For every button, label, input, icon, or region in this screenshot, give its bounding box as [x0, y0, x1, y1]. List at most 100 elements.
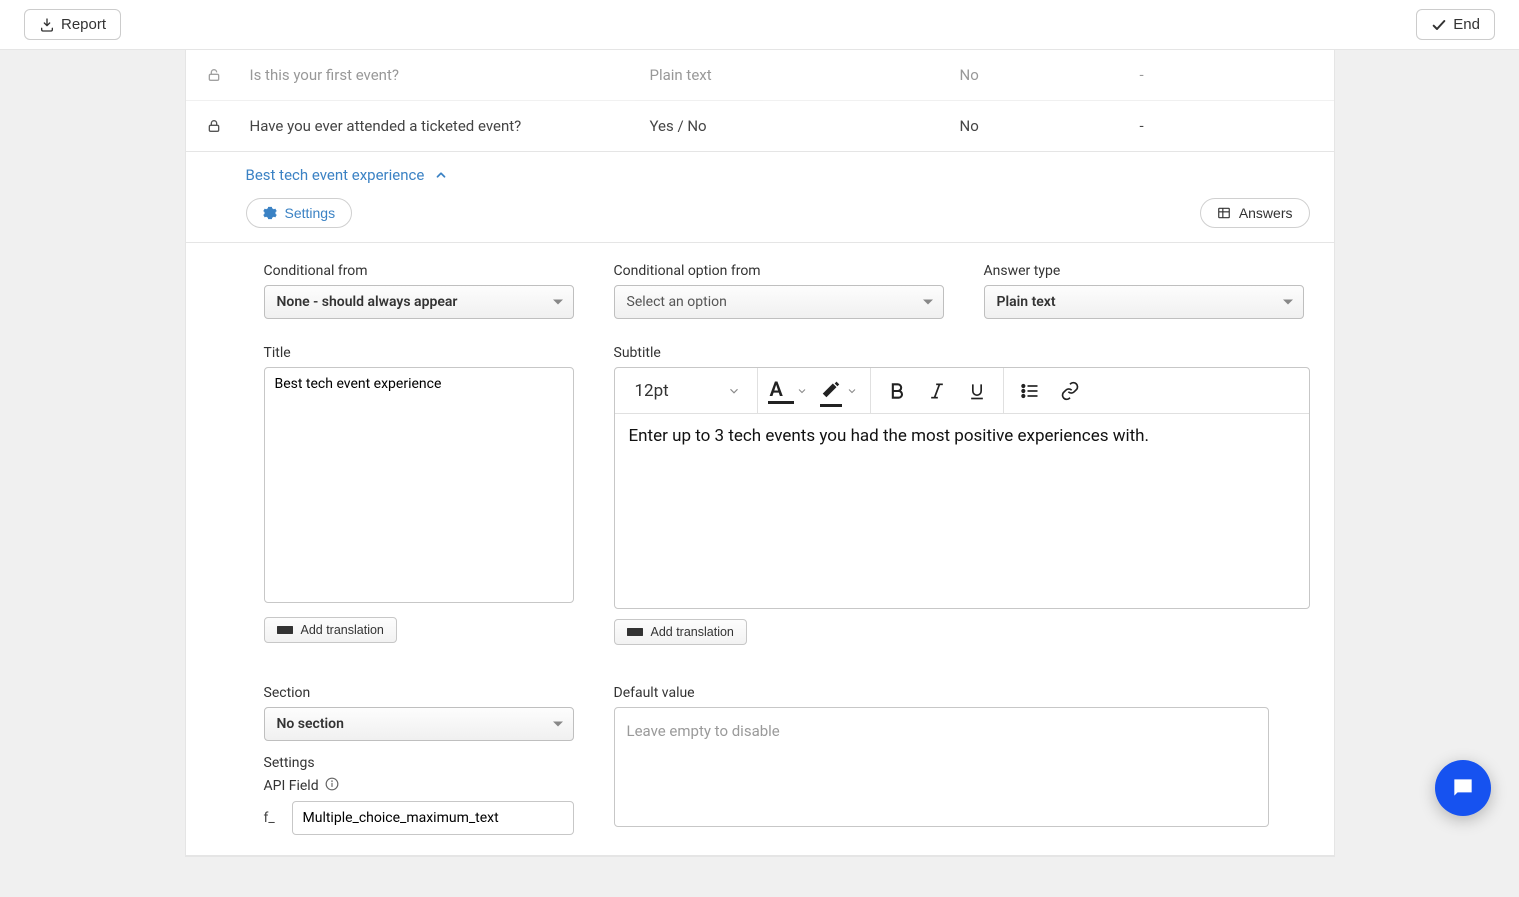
conditional-option-field: Conditional option from Select an option — [614, 263, 944, 319]
question-type: Yes / No — [650, 117, 960, 135]
main-panel: Is this your first event? Plain text No … — [185, 50, 1335, 857]
form-row-section-default: Section No section Settings API Field — [186, 645, 1334, 835]
subtitle-label: Subtitle — [614, 345, 1310, 361]
highlight-icon — [820, 378, 842, 404]
end-label: End — [1453, 16, 1480, 33]
expanded-question: Best tech event experience Settings Answ… — [186, 152, 1334, 856]
answer-type-field: Answer type Plain text — [984, 263, 1304, 319]
tab-settings[interactable]: Settings — [246, 198, 353, 228]
conditional-from-select[interactable]: None - should always appear — [264, 285, 574, 319]
question-extra: - — [1140, 66, 1314, 84]
api-field-label: API Field — [264, 778, 319, 794]
conditional-from-value: None - should always appear — [277, 294, 458, 310]
gear-icon — [263, 206, 277, 220]
title-input[interactable] — [264, 367, 574, 603]
keyboard-icon — [277, 625, 293, 635]
question-title: Is this your first event? — [250, 66, 650, 84]
text-color-icon: A — [770, 379, 792, 402]
question-required: No — [960, 117, 1140, 135]
title-add-translation-button[interactable]: Add translation — [264, 617, 397, 643]
list-button[interactable] — [1010, 371, 1050, 411]
list-icon — [1020, 381, 1040, 401]
font-size-select[interactable]: 12pt — [621, 373, 751, 409]
form-row-conditionals: Conditional from None - should always ap… — [186, 242, 1334, 319]
subtitle-body[interactable]: Enter up to 3 tech events you had the mo… — [615, 414, 1309, 608]
subtitle-field: Subtitle 12pt A — [614, 345, 1310, 645]
underline-icon — [967, 381, 987, 401]
chat-icon — [1450, 775, 1476, 801]
question-title: Have you ever attended a ticketed event? — [250, 117, 650, 135]
expanded-header: Best tech event experience — [186, 152, 1334, 190]
subtitle-add-translation-label: Add translation — [651, 625, 734, 639]
download-icon — [39, 17, 55, 33]
rt-toolbar: 12pt A — [615, 368, 1309, 414]
chevron-down-icon — [727, 384, 741, 398]
underline-button[interactable] — [957, 371, 997, 411]
italic-icon — [927, 381, 947, 401]
form-row-title-subtitle: Title Add translation Subtitle 12pt — [186, 319, 1334, 645]
api-field-row: f_ — [264, 801, 574, 835]
link-icon — [1060, 381, 1080, 401]
bold-button[interactable] — [877, 371, 917, 411]
highlight-color-button[interactable] — [814, 371, 864, 411]
rt-insert-group — [1004, 368, 1096, 413]
report-button[interactable]: Report — [24, 9, 121, 40]
section-value: No section — [277, 716, 344, 732]
report-label: Report — [61, 16, 106, 33]
title-field: Title Add translation — [264, 345, 574, 645]
table-icon — [1217, 206, 1231, 220]
collapse-toggle[interactable]: Best tech event experience — [246, 166, 449, 184]
section-label: Section — [264, 685, 574, 701]
end-button[interactable]: End — [1416, 9, 1495, 40]
section-select[interactable]: No section — [264, 707, 574, 741]
subtitle-editor: 12pt A — [614, 367, 1310, 609]
check-icon — [1431, 17, 1447, 33]
conditional-from-label: Conditional from — [264, 263, 574, 279]
font-size-value: 12pt — [635, 381, 669, 401]
link-button[interactable] — [1050, 371, 1090, 411]
settings-heading: Settings — [264, 755, 574, 771]
bold-icon — [887, 381, 907, 401]
expanded-title-text: Best tech event experience — [246, 166, 425, 184]
page-wrap: Is this your first event? Plain text No … — [0, 0, 1519, 897]
api-field-input[interactable] — [292, 801, 574, 835]
tab-answers-label: Answers — [1239, 205, 1293, 221]
api-prefix: f_ — [264, 810, 282, 826]
conditional-option-value: Select an option — [627, 294, 727, 310]
question-row[interactable]: Is this your first event? Plain text No … — [186, 50, 1334, 101]
subtitle-add-translation-button[interactable]: Add translation — [614, 619, 747, 645]
settings-block: Settings API Field f_ — [264, 755, 574, 835]
info-icon[interactable] — [325, 777, 339, 795]
answer-type-label: Answer type — [984, 263, 1304, 279]
top-bar: Report End — [0, 0, 1519, 50]
rt-color-group: A — [758, 368, 871, 413]
chevron-up-icon — [434, 168, 448, 182]
chevron-down-icon — [796, 385, 808, 397]
rt-fontsize-group: 12pt — [615, 368, 758, 413]
italic-button[interactable] — [917, 371, 957, 411]
keyboard-icon — [627, 627, 643, 637]
rt-style-group — [871, 368, 1004, 413]
conditional-from-field: Conditional from None - should always ap… — [264, 263, 574, 319]
default-value-label: Default value — [614, 685, 1269, 701]
answer-type-select[interactable]: Plain text — [984, 285, 1304, 319]
lock-icon — [206, 118, 250, 134]
question-required: No — [960, 66, 1140, 84]
tab-row: Settings Answers — [186, 190, 1334, 242]
question-type: Plain text — [650, 66, 960, 84]
chevron-down-icon — [846, 385, 858, 397]
title-label: Title — [264, 345, 574, 361]
tab-settings-label: Settings — [285, 205, 336, 221]
default-value-field: Default value — [614, 685, 1269, 835]
tab-answers[interactable]: Answers — [1200, 198, 1310, 228]
conditional-option-label: Conditional option from — [614, 263, 944, 279]
section-field: Section No section Settings API Field — [264, 685, 574, 835]
title-add-translation-label: Add translation — [301, 623, 384, 637]
lock-icon — [206, 67, 250, 83]
chat-fab[interactable] — [1435, 760, 1491, 816]
text-color-button[interactable]: A — [764, 371, 814, 411]
default-value-input[interactable] — [614, 707, 1269, 827]
answer-type-value: Plain text — [997, 294, 1056, 310]
question-row[interactable]: Have you ever attended a ticketed event?… — [186, 101, 1334, 152]
conditional-option-select[interactable]: Select an option — [614, 285, 944, 319]
